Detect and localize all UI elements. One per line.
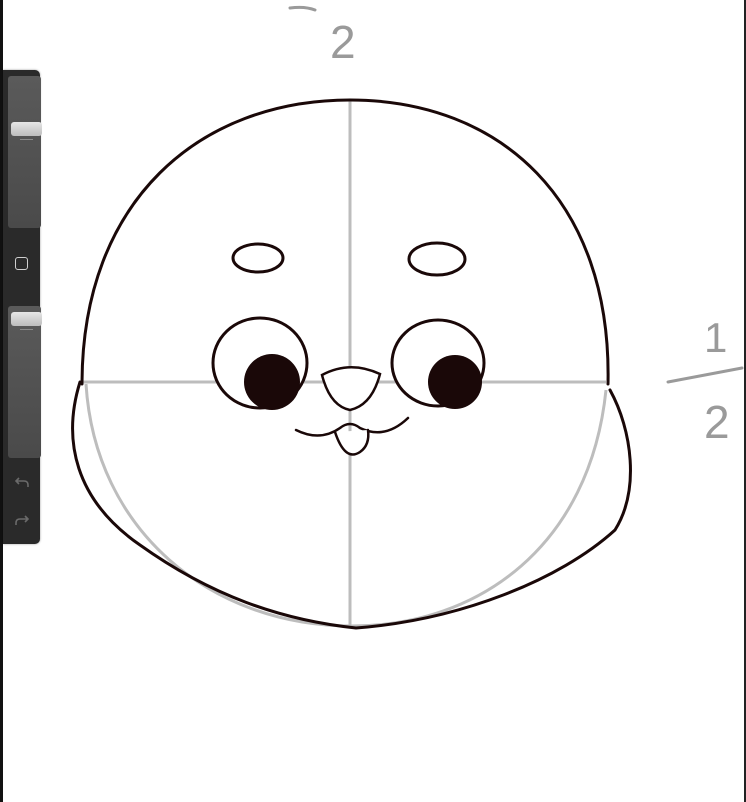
- side-toolbar: [3, 70, 42, 544]
- opacity-slider-thumb[interactable]: [11, 312, 42, 331]
- undo-icon[interactable]: [12, 472, 32, 492]
- redo-icon[interactable]: [12, 510, 32, 530]
- right-pupil: [428, 355, 482, 409]
- head-top-arc: [80, 98, 610, 386]
- right-note-fraction-bar: [666, 366, 744, 384]
- right-note-numerator: 1: [704, 314, 727, 361]
- right-eyebrow: [407, 241, 467, 277]
- top-note-fraction-bar: [288, 5, 317, 12]
- drawing-canvas[interactable]: 2 1 2: [0, 0, 746, 802]
- right-note-denominator: 2: [704, 396, 730, 448]
- guide-lower-circle: [84, 383, 608, 628]
- construction-guides: [80, 100, 608, 628]
- top-note-digit: 2: [330, 16, 356, 68]
- opacity-slider[interactable]: [8, 306, 42, 458]
- brush-size-slider[interactable]: [8, 76, 42, 228]
- nose: [320, 366, 382, 412]
- left-pupil: [244, 354, 300, 410]
- nose-and-mouth: [294, 366, 410, 456]
- left-eyebrow: [231, 242, 285, 274]
- cheek-jowl-outline: [71, 380, 632, 630]
- brush-size-slider-thumb[interactable]: [11, 122, 42, 141]
- tooth: [333, 428, 370, 456]
- square-icon[interactable]: [15, 257, 28, 270]
